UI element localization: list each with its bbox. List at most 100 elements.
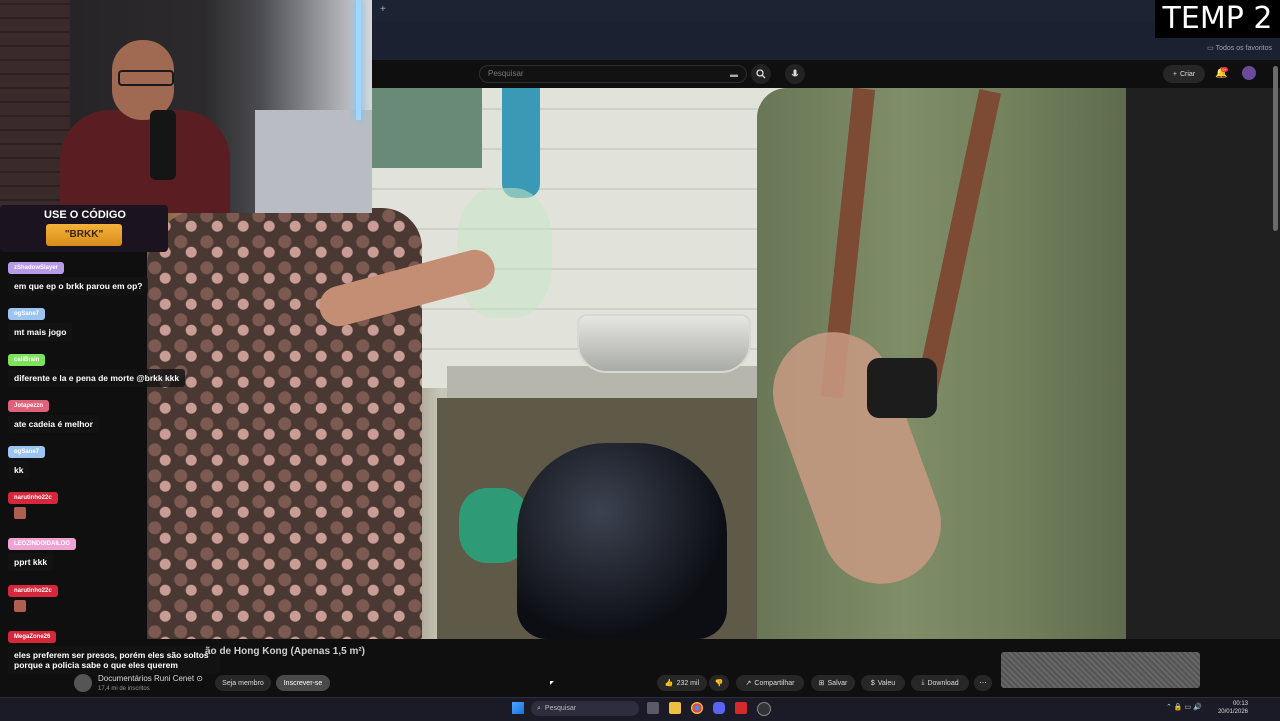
record-app-icon[interactable]	[735, 702, 747, 714]
taskbar-clock[interactable]: 00:13 20/01/2026	[1218, 700, 1248, 716]
chat-text: mt mais jogo	[8, 323, 73, 341]
microphone-icon[interactable]	[785, 64, 805, 84]
chat-text: ate cadeia é melhor	[8, 415, 99, 433]
video-window	[372, 88, 482, 168]
bookmark-icon: ⊞	[818, 680, 825, 687]
plus-icon: +	[1172, 70, 1177, 78]
windows-start-icon[interactable]	[512, 702, 524, 714]
chat-username: ogSane7	[8, 308, 46, 320]
more-actions-button[interactable]: ⋯	[974, 675, 992, 691]
chat-text: kk	[8, 461, 30, 479]
chrome-icon[interactable]	[691, 702, 703, 714]
chat-text: pprt kkk	[8, 553, 54, 571]
chat-username: Jotapezzn	[8, 400, 50, 412]
chat-message: ogSane7 kk	[8, 440, 46, 479]
chat-username: narutinho22c	[8, 492, 58, 504]
save-button[interactable]: ⊞ Salvar	[811, 675, 855, 691]
promo-code: "BRKK"	[46, 224, 122, 246]
taskbar-search-label: Pesquisar	[544, 705, 577, 712]
video-title: ão de Hong Kong (Apenas 1,5 m²)	[205, 646, 366, 657]
chat-message: zShadowSlayer em que ep o brkk parou em …	[8, 256, 149, 295]
video-hanging-towel	[502, 88, 540, 198]
clock-time: 00:13	[1232, 701, 1248, 707]
streamer-webcam	[0, 0, 372, 213]
chat-username: ogSane7	[8, 446, 46, 458]
chat-message: caliBrain diferente e la e pena de morte…	[8, 348, 186, 387]
thanks-button[interactable]: $ Valeu	[861, 675, 905, 691]
windows-taskbar	[0, 697, 1280, 721]
chat-emote-icon	[14, 600, 26, 612]
join-member-button[interactable]: Seja membro	[215, 675, 271, 691]
thanks-icon: $	[870, 679, 875, 687]
subscribe-button[interactable]: Inscrever-se	[276, 675, 330, 691]
browser-address-bar[interactable]	[372, 22, 1280, 61]
clock-date: 20/01/2026	[1217, 709, 1248, 715]
chat-message: MegaZone26 eles preferem ser presos, por…	[8, 625, 220, 674]
page-scrollbar[interactable]	[1273, 66, 1278, 231]
create-label: Criar	[1179, 70, 1196, 78]
obs-icon[interactable]	[757, 702, 771, 716]
chat-message: narutinho22c	[8, 579, 58, 612]
search-input[interactable]: Pesquisar	[479, 65, 747, 83]
download-icon: ⤓	[921, 679, 925, 686]
webcam-desk	[255, 110, 372, 213]
stream-chat: zShadowSlayer em que ep o brkk parou em …	[0, 252, 220, 682]
recommended-video-thumbnail[interactable]	[1001, 652, 1200, 688]
webcam-microphone	[150, 110, 176, 180]
chat-message: LEOZINDOIDAILOO pprt kkk	[8, 532, 76, 571]
notification-badge: 9+	[1221, 67, 1228, 72]
share-icon: ↗	[745, 680, 752, 687]
bookmarks-label: Todos os favoritos	[1215, 45, 1272, 52]
video-camera	[867, 358, 937, 418]
channel-subscriber-count: 17,4 mi de inscritos	[98, 686, 150, 692]
chat-text: em que ep o brkk parou em op?	[8, 277, 149, 295]
video-sink	[577, 314, 751, 373]
chat-text: diferente e la e pena de morte @brkk kkk	[8, 369, 186, 387]
dislike-button[interactable]: 👎	[709, 675, 729, 691]
download-label: Download	[927, 679, 959, 687]
webcam-glasses	[118, 70, 174, 86]
chat-message: ogSane7 mt mais jogo	[8, 302, 73, 341]
save-label: Salvar	[827, 679, 848, 687]
search-icon: ⌕	[537, 704, 541, 712]
search-icon[interactable]	[751, 64, 771, 84]
chat-message: Jotapezzn ate cadeia é melhor	[8, 394, 99, 433]
like-count: 232 mil	[676, 679, 700, 687]
webcam-shirt	[60, 110, 230, 213]
chat-username: LEOZINDOIDAILOO	[8, 538, 76, 550]
new-tab-button[interactable]: +	[380, 4, 386, 15]
keyboard-icon[interactable]: ▬	[730, 70, 738, 79]
share-button[interactable]: ↗ Compartilhar	[736, 675, 804, 691]
create-button[interactable]: + Criar	[1163, 65, 1205, 83]
system-tray-icons[interactable]: ⌃ 🔒 ▭ 🔊	[1166, 703, 1202, 711]
download-button[interactable]: ⤓ Download	[911, 675, 969, 691]
ellipsis-icon: ⋯	[979, 680, 987, 687]
like-button[interactable]: 👍 232 mil	[657, 675, 707, 691]
thumbs-down-icon: 👎	[714, 680, 724, 687]
chat-username: MegaZone26	[8, 631, 57, 643]
promo-title: USE O CÓDIGO	[44, 209, 126, 221]
thumbs-up-icon: 👍	[664, 680, 674, 687]
thanks-label: Valeu	[877, 679, 896, 687]
all-bookmarks-link[interactable]: ▭ Todos os favoritos	[1207, 44, 1272, 52]
chat-username: narutinho22c	[8, 585, 58, 597]
file-explorer-icon[interactable]	[669, 702, 681, 714]
browser-tab-bar: +	[372, 0, 1280, 22]
share-label: Compartilhar	[754, 679, 795, 687]
mouse-cursor	[550, 681, 554, 685]
channel-avatar[interactable]	[74, 674, 92, 692]
right-sidebar	[1126, 88, 1280, 639]
join-member-label: Seja membro	[222, 679, 264, 687]
discord-icon[interactable]	[713, 702, 725, 714]
chat-message: narutinho22c	[8, 486, 58, 519]
channel-name[interactable]: Documentários Runi Cenet ⊙	[98, 674, 203, 683]
task-view-icon[interactable]	[647, 702, 659, 714]
video-trash-bag	[517, 443, 727, 639]
avatar[interactable]	[1242, 66, 1256, 80]
taskbar-search-input[interactable]: ⌕ Pesquisar	[531, 701, 639, 716]
subscribe-label: Inscrever-se	[283, 679, 323, 687]
chat-text: eles preferem ser presos, porém eles são…	[8, 646, 220, 674]
webcam-neon-light	[356, 0, 361, 120]
chat-username: caliBrain	[8, 354, 46, 366]
chat-emote-icon	[14, 507, 26, 519]
